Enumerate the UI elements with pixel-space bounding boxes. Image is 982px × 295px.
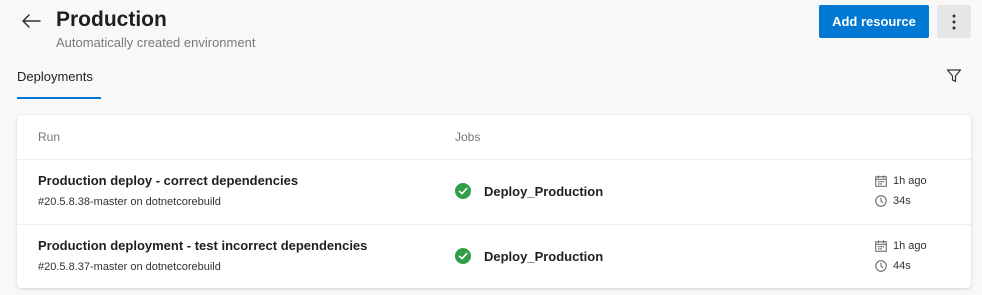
filter-button[interactable]	[942, 64, 966, 88]
back-button[interactable]	[18, 8, 44, 34]
clock-icon	[875, 260, 887, 272]
run-title: Production deploy - correct dependencies	[38, 173, 299, 188]
run-time-ago: 1h ago	[893, 175, 927, 187]
column-header-jobs: Jobs	[455, 130, 481, 144]
calendar-icon	[875, 240, 887, 252]
table-row[interactable]: Production deployment - test incorrect d…	[17, 225, 971, 288]
arrow-left-icon	[21, 13, 41, 29]
tab-deployments[interactable]: Deployments	[17, 66, 101, 99]
table-header: Run Jobs	[17, 115, 971, 160]
table-row[interactable]: Production deploy - correct dependencies…	[17, 160, 971, 225]
page-subtitle: Automatically created environment	[56, 35, 256, 50]
tab-deployments-label: Deployments	[17, 69, 93, 84]
column-header-run: Run	[38, 130, 61, 144]
page-title: Production	[56, 8, 167, 31]
filter-icon	[946, 68, 962, 84]
clock-icon	[875, 195, 887, 207]
more-actions-button[interactable]	[937, 5, 971, 38]
run-time-ago: 1h ago	[893, 240, 927, 252]
run-title: Production deployment - test incorrect d…	[38, 238, 368, 253]
run-duration: 44s	[893, 260, 911, 272]
more-vertical-icon	[952, 14, 956, 30]
job-name[interactable]: Deploy_Production	[484, 248, 603, 266]
run-subtitle: #20.5.8.38-master on dotnetcorebuild	[38, 196, 221, 208]
run-duration: 34s	[893, 195, 911, 207]
tab-selected-indicator	[17, 97, 101, 99]
deployments-table: Run Jobs Production deploy - correct dep…	[17, 115, 971, 288]
check-circle-icon	[455, 248, 471, 264]
job-name[interactable]: Deploy_Production	[484, 183, 603, 201]
add-resource-button[interactable]: Add resource	[819, 5, 929, 38]
calendar-icon	[875, 175, 887, 187]
run-subtitle: #20.5.8.37-master on dotnetcorebuild	[38, 261, 221, 273]
check-circle-icon	[455, 183, 471, 199]
